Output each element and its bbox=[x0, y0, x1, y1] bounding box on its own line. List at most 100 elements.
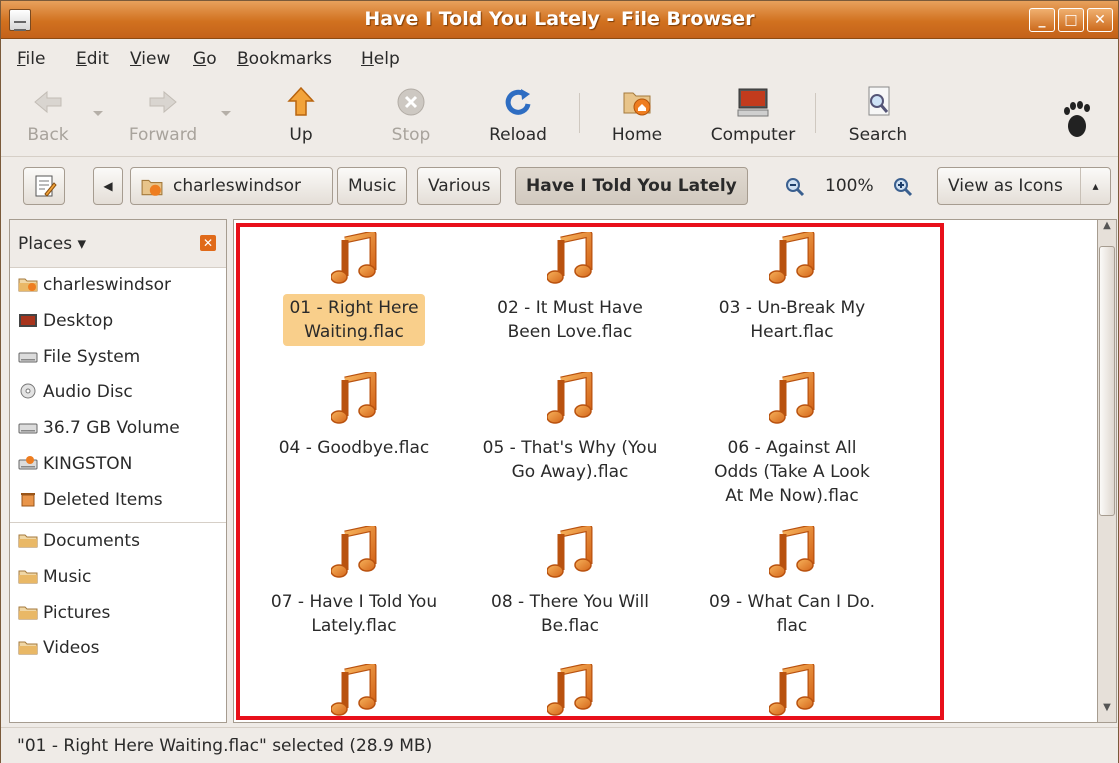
menu-bar: File Edit View Go Bookmarks Help bbox=[1, 39, 1118, 77]
sidebar-item-filesystem[interactable]: File System bbox=[18, 347, 140, 375]
sidebar-item-desktop[interactable]: Desktop bbox=[18, 311, 113, 339]
toolbar: Back Forward Up Stop Reload Home Compute… bbox=[1, 77, 1118, 157]
folder-icon bbox=[18, 604, 38, 620]
file-name: 09 - What Can I Do. flac bbox=[708, 592, 876, 636]
back-history-dropdown[interactable] bbox=[93, 111, 103, 116]
file-item-partial[interactable] bbox=[254, 664, 454, 716]
sidebar-item-documents[interactable]: Documents bbox=[18, 531, 140, 559]
computer-icon bbox=[737, 88, 769, 117]
home-folder-icon bbox=[18, 276, 38, 292]
sidebar-item-kingston[interactable]: KINGSTON bbox=[18, 454, 132, 482]
menu-help[interactable]: Help bbox=[361, 49, 400, 69]
file-item[interactable]: 03 - Un-Break My Heart.flac bbox=[692, 232, 892, 346]
file-name: 01 - Right Here Waiting.flac bbox=[283, 294, 425, 346]
path-button-various[interactable]: Various bbox=[417, 167, 502, 205]
home-button[interactable]: Home bbox=[607, 85, 667, 145]
toolbar-separator bbox=[579, 93, 580, 133]
file-item[interactable]: 08 - There You Will Be.flac bbox=[470, 526, 670, 640]
file-name: 02 - It Must Have Been Love.flac bbox=[497, 298, 643, 342]
file-item[interactable]: 01 - Right Here Waiting.flac bbox=[254, 232, 454, 346]
minimize-button[interactable]: _ bbox=[1029, 8, 1055, 32]
places-dropdown[interactable]: Places ▾ bbox=[18, 234, 86, 254]
reload-button[interactable]: Reload bbox=[483, 85, 553, 145]
sidebar-item-pictures[interactable]: Pictures bbox=[18, 603, 110, 631]
computer-button[interactable]: Computer bbox=[705, 85, 801, 145]
back-arrow-icon bbox=[34, 90, 62, 114]
sidebar-divider bbox=[10, 522, 226, 523]
forward-history-dropdown[interactable] bbox=[221, 111, 231, 116]
toolbar-separator bbox=[815, 93, 816, 133]
file-item[interactable]: 05 - That's Why (You Go Away).flac bbox=[470, 372, 670, 486]
audio-file-icon bbox=[769, 526, 815, 578]
audio-file-icon bbox=[769, 372, 815, 424]
sidebar-item-audio-disc[interactable]: Audio Disc bbox=[18, 382, 133, 410]
reload-icon bbox=[505, 89, 531, 115]
select-arrows-icon: ▴ bbox=[1080, 168, 1110, 204]
path-button-home[interactable]: charleswindsor bbox=[130, 167, 333, 205]
path-scroll-left-button[interactable]: ◀ bbox=[93, 167, 123, 205]
search-button[interactable]: Search bbox=[843, 85, 913, 145]
path-button-music[interactable]: Music bbox=[337, 167, 408, 205]
title-bar[interactable]: Have I Told You Lately - File Browser _ … bbox=[1, 1, 1118, 39]
usb-drive-icon bbox=[18, 456, 38, 471]
up-arrow-icon bbox=[287, 86, 315, 116]
audio-file-icon bbox=[547, 526, 593, 578]
audio-file-icon bbox=[331, 232, 377, 284]
file-item[interactable]: 02 - It Must Have Been Love.flac bbox=[470, 232, 670, 346]
icon-view[interactable]: 01 - Right Here Waiting.flac 02 - It Must… bbox=[233, 219, 1097, 723]
file-browser-window: Have I Told You Lately - File Browser _ … bbox=[0, 0, 1119, 763]
menu-view[interactable]: View bbox=[130, 49, 170, 69]
file-name: 03 - Un-Break My Heart.flac bbox=[718, 298, 866, 342]
file-item-partial[interactable] bbox=[692, 664, 892, 716]
sidebar-header: Places ▾ ✕ bbox=[10, 220, 226, 268]
zoom-level[interactable]: 100% bbox=[825, 176, 874, 196]
close-button[interactable]: ✕ bbox=[1087, 8, 1113, 32]
maximize-button[interactable]: □ bbox=[1058, 8, 1084, 32]
scrollbar-thumb[interactable] bbox=[1099, 246, 1115, 516]
file-item-partial[interactable] bbox=[470, 664, 670, 716]
file-item[interactable]: 06 - Against All Odds (Take A Look At Me N… bbox=[692, 372, 892, 510]
menu-file[interactable]: File bbox=[17, 49, 45, 69]
status-bar: "01 - Right Here Waiting.flac" selected … bbox=[1, 727, 1118, 763]
stop-icon bbox=[397, 88, 425, 116]
up-button[interactable]: Up bbox=[281, 85, 321, 145]
sidebar-item-music[interactable]: Music bbox=[18, 567, 91, 595]
zoom-in-icon[interactable] bbox=[893, 177, 913, 197]
menu-edit[interactable]: Edit bbox=[76, 49, 109, 69]
trash-icon bbox=[21, 493, 35, 507]
cd-icon bbox=[20, 383, 36, 399]
folder-icon bbox=[18, 532, 38, 548]
forward-arrow-icon bbox=[149, 90, 177, 114]
menu-bookmarks[interactable]: Bookmarks bbox=[237, 49, 332, 69]
close-sidebar-icon[interactable]: ✕ bbox=[200, 235, 216, 251]
menu-go[interactable]: Go bbox=[193, 49, 217, 69]
audio-file-icon bbox=[769, 232, 815, 284]
folder-icon bbox=[18, 639, 38, 655]
scroll-up-arrow-icon[interactable]: ▲ bbox=[1098, 220, 1116, 240]
sidebar-item-volume[interactable]: 36.7 GB Volume bbox=[18, 418, 180, 446]
scroll-down-arrow-icon[interactable]: ▼ bbox=[1098, 702, 1116, 722]
file-item[interactable]: 04 - Goodbye.flac bbox=[254, 372, 454, 462]
harddisk-icon bbox=[18, 348, 38, 364]
window-title: Have I Told You Lately - File Browser bbox=[364, 8, 755, 30]
file-item[interactable]: 07 - Have I Told You Lately.flac bbox=[254, 526, 454, 640]
sidebar-item-home[interactable]: charleswindsor bbox=[18, 275, 171, 303]
gnome-foot-icon bbox=[1064, 101, 1090, 137]
location-bar: ◀ charleswindsor Music Various Have I To… bbox=[1, 158, 1118, 214]
status-text: "01 - Right Here Waiting.flac" selected … bbox=[17, 736, 433, 756]
vertical-scrollbar[interactable]: ▲ ▼ bbox=[1097, 219, 1117, 723]
sidebar-item-videos[interactable]: Videos bbox=[18, 638, 100, 666]
audio-file-icon bbox=[331, 664, 377, 716]
stop-button[interactable]: Stop bbox=[381, 85, 441, 145]
file-name: 07 - Have I Told You Lately.flac bbox=[270, 592, 438, 636]
path-button-current[interactable]: Have I Told You Lately bbox=[515, 167, 748, 205]
back-button[interactable]: Back bbox=[23, 85, 73, 145]
sidebar-item-deleted[interactable]: Deleted Items bbox=[18, 490, 163, 518]
forward-button[interactable]: Forward bbox=[123, 85, 203, 145]
audio-file-icon bbox=[331, 526, 377, 578]
file-item[interactable]: 09 - What Can I Do. flac bbox=[692, 526, 892, 640]
file-name: 08 - There You Will Be.flac bbox=[491, 592, 649, 636]
view-mode-select[interactable]: View as Icons ▴ bbox=[937, 167, 1111, 205]
zoom-out-icon[interactable] bbox=[785, 177, 805, 197]
toggle-location-button[interactable] bbox=[23, 167, 65, 205]
